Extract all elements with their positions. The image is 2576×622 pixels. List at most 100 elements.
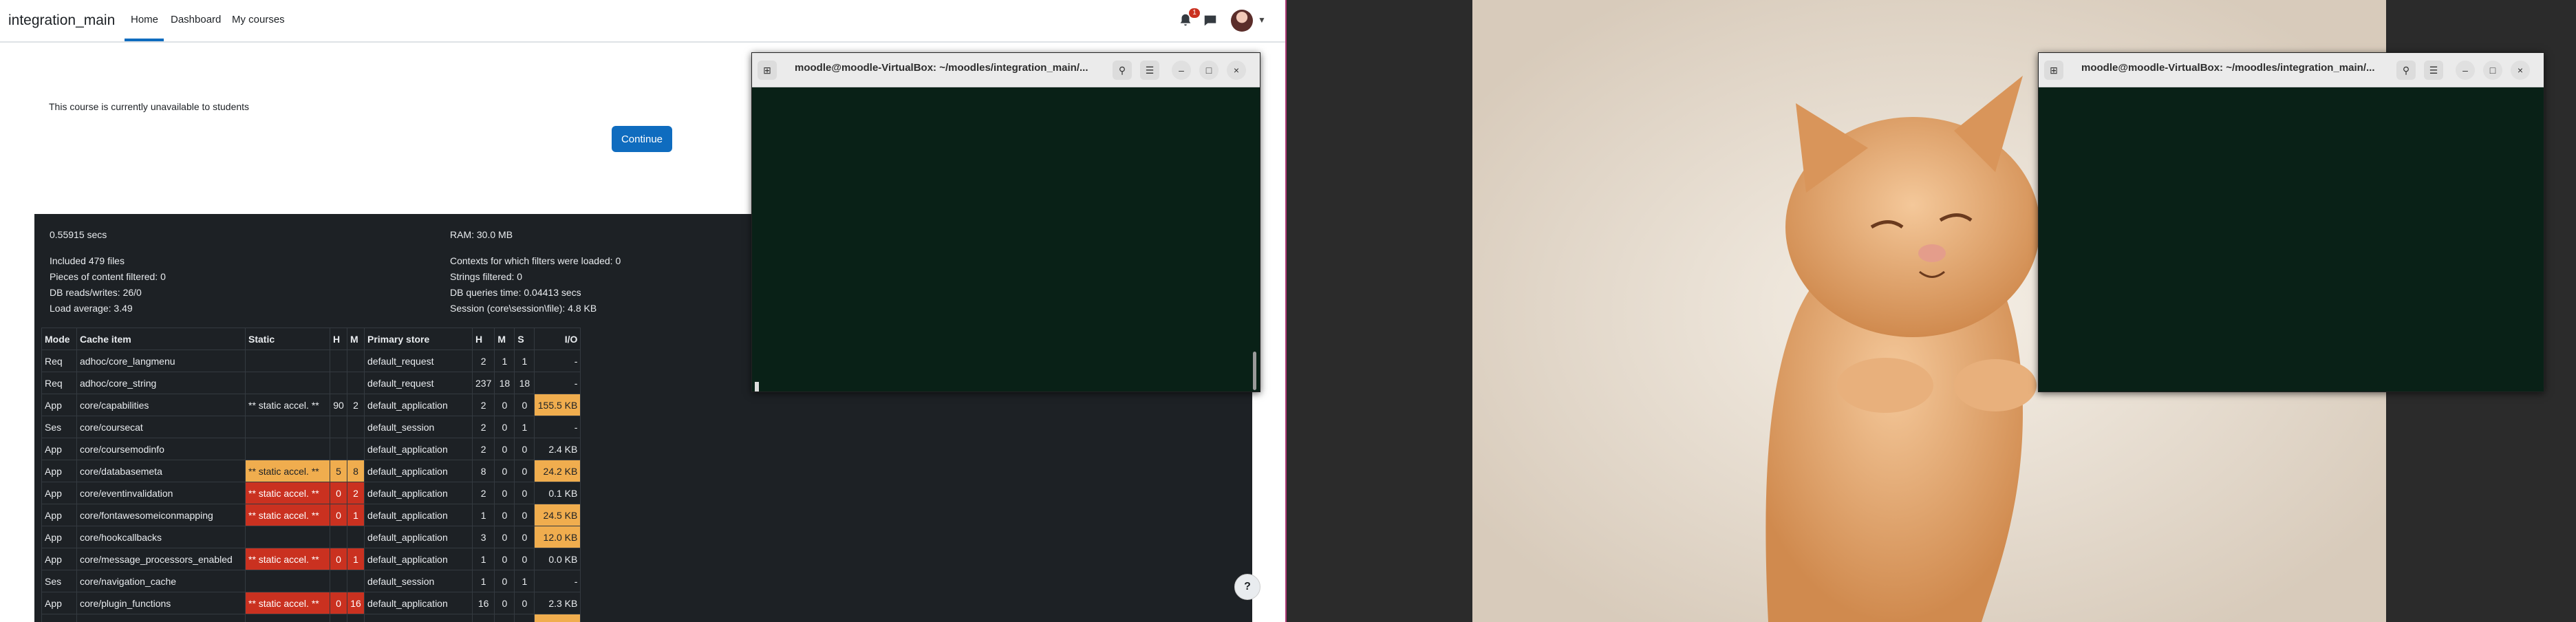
cache-item-cell: core/navigation_cache	[76, 570, 246, 592]
primary-store-cell: default_application	[364, 438, 473, 460]
search-icon[interactable]: ⚲	[2396, 61, 2416, 80]
cache-item-cell: core/coursecat	[76, 416, 246, 438]
cache-item-cell: core/hookcallbacks	[76, 526, 246, 548]
static-misses-cell	[347, 372, 365, 394]
close-icon[interactable]: ×	[1227, 61, 1246, 80]
sets-cell: 0	[514, 548, 535, 570]
table-row: App core/fontawesomeiconmapping ** static …	[41, 504, 581, 526]
cache-mode-cell: Ses	[41, 570, 77, 592]
misses-cell: 0	[494, 482, 515, 504]
course-unavailable-notice: This course is currently unavailable to …	[49, 101, 250, 112]
terminal-title: moodle@moodle-VirtualBox: ~/moodles/inte…	[795, 62, 1088, 74]
terminal-content[interactable]	[2039, 87, 2544, 392]
new-tab-icon[interactable]: ⊞	[758, 61, 777, 80]
misses-cell: 0	[494, 394, 515, 416]
terminal-titlebar[interactable]: ⊞ moodle@moodle-VirtualBox: ~/moodles/in…	[752, 53, 1260, 87]
cache-item-cell: core/databasemeta	[76, 460, 246, 482]
hits-cell: 2	[471, 416, 495, 438]
io-cell: -	[534, 372, 581, 394]
terminal-content[interactable]	[752, 87, 1260, 392]
hits-cell: 1	[471, 548, 495, 570]
static-hits-cell	[330, 526, 347, 548]
hits-cell: 2	[471, 394, 495, 416]
minimize-icon[interactable]: –	[1172, 61, 1191, 80]
maximize-icon[interactable]: □	[1199, 61, 1219, 80]
table-row: App core/hookcallbacks default_application…	[41, 526, 581, 548]
misses-cell: 0	[494, 460, 515, 482]
cache-static-cell	[245, 614, 330, 622]
search-icon[interactable]: ⚲	[1113, 61, 1132, 80]
terminal-titlebar[interactable]: ⊞ moodle@moodle-VirtualBox: ~/moodles/in…	[2039, 53, 2544, 87]
perf-filtered: Pieces of content filtered: 0	[50, 271, 166, 282]
hits-cell: 2	[471, 482, 495, 504]
chevron-down-icon[interactable]: ▼	[1258, 15, 1266, 25]
terminal-window-1[interactable]: ⊞ moodle@moodle-VirtualBox: ~/moodles/in…	[751, 52, 1260, 392]
cache-mode-cell: App	[41, 504, 77, 526]
sets-cell: 1	[514, 416, 535, 438]
col-primary-store: Primary store	[364, 328, 473, 350]
nav-dashboard[interactable]: Dashboard	[171, 14, 221, 25]
cache-mode-cell: Ses	[41, 416, 77, 438]
misses-cell: 0	[494, 438, 515, 460]
hits-cell: 8	[471, 460, 495, 482]
static-misses-cell	[347, 350, 365, 372]
perf-time: 0.55915 secs	[50, 229, 107, 240]
cache-static-cell	[245, 570, 330, 592]
cache-item-cell: adhoc/core_string	[76, 372, 246, 394]
io-cell: -	[534, 570, 581, 592]
continue-button[interactable]: Continue	[612, 126, 672, 152]
hamburger-menu-icon[interactable]: ☰	[1140, 61, 1159, 80]
col-misses: M	[494, 328, 515, 350]
cache-static-cell: ** static accel. **	[245, 592, 330, 614]
help-button[interactable]: ?	[1234, 574, 1260, 600]
io-cell: 12.0 KB	[534, 526, 581, 548]
static-misses-cell	[347, 438, 365, 460]
cache-mode-cell: App	[41, 526, 77, 548]
close-icon[interactable]: ×	[2511, 61, 2530, 80]
perf-session: Session (core\session\file): 4.8 KB	[450, 303, 597, 314]
terminal-window-2[interactable]: ⊞ moodle@moodle-VirtualBox: ~/moodles/in…	[2038, 52, 2544, 392]
new-tab-icon[interactable]: ⊞	[2044, 61, 2063, 80]
hits-cell: 1	[471, 570, 495, 592]
misses-cell: 0	[494, 570, 515, 592]
static-hits-cell: 0	[330, 482, 347, 504]
static-hits-cell: 0	[330, 504, 347, 526]
cache-item-cell: core/capabilities	[76, 394, 246, 416]
cache-mode-cell: App	[41, 592, 77, 614]
io-cell: 24.5 KB	[534, 504, 581, 526]
table-row: App core/plugin_functions ** static accel.…	[41, 592, 581, 614]
table-row: App core/coursemodinfo default_application…	[41, 438, 581, 460]
user-avatar[interactable]	[1231, 10, 1253, 32]
io-cell: 24.2 KB	[534, 460, 581, 482]
terminal-scrollbar[interactable]	[1253, 352, 1256, 390]
hits-cell: 2	[471, 350, 495, 372]
sets-cell: 0	[514, 592, 535, 614]
hits-cell: 2	[471, 438, 495, 460]
primary-store-cell: default_application	[364, 504, 473, 526]
terminal-title: moodle@moodle-VirtualBox: ~/moodles/inte…	[2081, 62, 2375, 74]
minimize-icon[interactable]: –	[2456, 61, 2475, 80]
site-name[interactable]: integration_main	[8, 12, 115, 29]
maximize-icon[interactable]: □	[2483, 61, 2502, 80]
sets-cell: 18	[514, 372, 535, 394]
hamburger-menu-icon[interactable]: ☰	[2424, 61, 2443, 80]
static-misses-cell	[347, 416, 365, 438]
sets-cell: 0	[514, 438, 535, 460]
cache-static-cell	[245, 350, 330, 372]
nav-home[interactable]: Home	[131, 14, 158, 25]
static-misses-cell	[347, 526, 365, 548]
cache-item-cell: core/eventinvalidation	[76, 482, 246, 504]
misses-cell: 1	[494, 350, 515, 372]
perf-strings: Strings filtered: 0	[450, 271, 523, 282]
table-header-row: Mode Cache item Static H M Primary store…	[41, 328, 581, 350]
static-hits-cell	[330, 570, 347, 592]
messages-icon[interactable]	[1203, 13, 1218, 28]
static-hits-cell: 0	[330, 548, 347, 570]
primary-store-cell: default_request	[364, 372, 473, 394]
primary-store-cell: default_session	[364, 416, 473, 438]
hits-cell	[471, 614, 495, 622]
nav-my-courses[interactable]: My courses	[232, 14, 285, 25]
sets-cell: 0	[514, 482, 535, 504]
misses-cell: 0	[494, 548, 515, 570]
cache-static-cell: ** static accel. **	[245, 504, 330, 526]
